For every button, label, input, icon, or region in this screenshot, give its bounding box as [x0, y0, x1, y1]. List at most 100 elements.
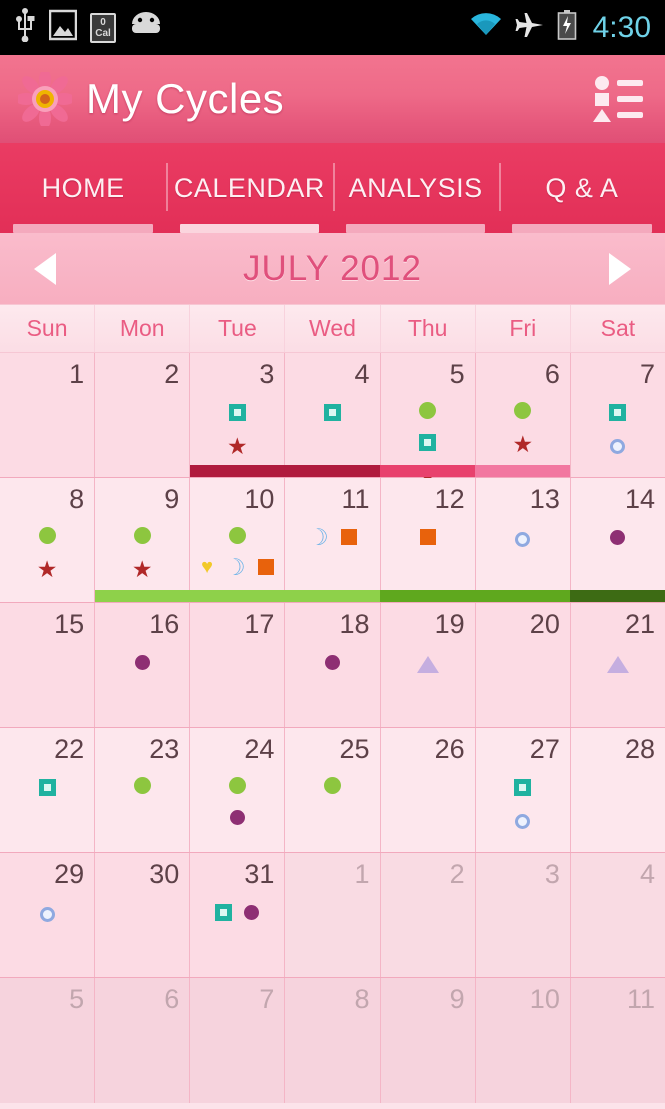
- marker-red-star-icon: ★: [36, 556, 58, 582]
- calendar-day-cell[interactable]: 14: [569, 478, 665, 602]
- flower-icon: [15, 69, 75, 129]
- calendar-day-number: 7: [259, 984, 275, 1014]
- calendar-day-cell[interactable]: 9: [379, 978, 475, 1103]
- calendar-day-cell[interactable]: 28: [569, 728, 665, 852]
- tab-qa-underline: [512, 224, 652, 233]
- calendar-day-cell[interactable]: 6: [94, 978, 190, 1103]
- calendar-day-cell[interactable]: 3: [474, 853, 570, 977]
- marker-row: ♥ ☽: [190, 552, 284, 582]
- marker-green-dot-icon: [38, 526, 56, 544]
- calendar-day-cell[interactable]: 8 ★: [0, 478, 95, 602]
- marker-row: [285, 770, 379, 800]
- calendar-day-markers: [571, 395, 665, 461]
- calendar-day-cell[interactable]: 16: [94, 603, 190, 727]
- calendar-day-cell[interactable]: 26: [379, 728, 475, 852]
- calendar-day-cell[interactable]: 5 ★: [379, 353, 475, 488]
- chevron-left-icon[interactable]: [28, 249, 62, 289]
- calendar-day-number: 22: [54, 734, 85, 764]
- weekday-fri: Fri: [474, 305, 570, 352]
- tab-calendar[interactable]: CALENDAR: [166, 143, 332, 233]
- calendar-day-cell[interactable]: 11: [569, 978, 665, 1103]
- tab-qa-label: Q & A: [545, 172, 619, 203]
- calendar-day-cell[interactable]: 30: [94, 853, 190, 977]
- calendar-day-cell[interactable]: 19: [379, 603, 475, 727]
- marker-teal-square-icon: [323, 403, 341, 421]
- calendar-day-cell[interactable]: 7: [189, 978, 285, 1103]
- marker-row: [476, 524, 570, 554]
- calendar-day-cell[interactable]: 9 ★: [94, 478, 190, 602]
- calendar-day-number: 20: [529, 609, 560, 639]
- calendar-day-cell[interactable]: 10 ♥ ☽: [189, 478, 285, 602]
- calendar-day-cell[interactable]: 6 ★: [474, 353, 570, 477]
- calendar-day-cell[interactable]: 10: [474, 978, 570, 1103]
- calendar-day-number: 10: [244, 484, 275, 514]
- marker-row: [95, 647, 189, 677]
- calendar-day-markers: [476, 770, 570, 836]
- calendar-day-cell[interactable]: 12: [379, 478, 475, 602]
- tab-bar: HOME CALENDAR ANALYSIS Q & A: [0, 143, 665, 233]
- tab-qa[interactable]: Q & A: [498, 143, 665, 233]
- calendar-day-cell[interactable]: 2: [94, 353, 190, 477]
- marker-row: [571, 397, 665, 427]
- calendar-day-cell[interactable]: 17: [189, 603, 285, 727]
- calendar-day-number: 6: [164, 984, 180, 1014]
- calendar-day-cell[interactable]: 21: [569, 603, 665, 727]
- calendar-day-cell[interactable]: 15: [0, 603, 95, 727]
- battery-charging-icon: [557, 10, 577, 45]
- calendar-day-cell[interactable]: 7: [569, 353, 665, 477]
- status-bar-clock: 4:30: [592, 10, 651, 44]
- marker-blue-circle-icon: [39, 906, 55, 922]
- tab-analysis[interactable]: ANALYSIS: [332, 143, 499, 233]
- calendar-day-cell[interactable]: 23: [94, 728, 190, 852]
- calendar-day-number: 29: [54, 859, 85, 889]
- calendar-day-cell[interactable]: 31: [189, 853, 285, 977]
- wifi-icon: [469, 12, 503, 43]
- calendar-day-cell[interactable]: 29: [0, 853, 95, 977]
- calendar-day-number: 9: [449, 984, 465, 1014]
- marker-row: [190, 520, 284, 550]
- calendar-day-cell[interactable]: 13: [474, 478, 570, 602]
- calendar-day-markers: ☽: [285, 520, 379, 552]
- legend-list-icon[interactable]: [591, 75, 647, 123]
- calendar-day-cell[interactable]: 4: [569, 853, 665, 977]
- calendar-day-number: 16: [149, 609, 180, 639]
- calendar-day-cell[interactable]: 20: [474, 603, 570, 727]
- weekday-sat: Sat: [569, 305, 665, 352]
- calendar-day-number: 7: [639, 359, 655, 389]
- weekday-sun: Sun: [26, 315, 68, 341]
- calendar-day-cell[interactable]: 4: [284, 353, 380, 477]
- marker-green-dot-icon: [228, 776, 246, 794]
- calendar-day-cell[interactable]: 18: [284, 603, 380, 727]
- marker-orange-square-icon: [419, 529, 436, 545]
- marker-row: ★: [476, 429, 570, 459]
- calendar-day-cell[interactable]: 25: [284, 728, 380, 852]
- calendar-day-cell[interactable]: 24: [189, 728, 285, 852]
- marker-row: [190, 397, 284, 427]
- marker-row: [190, 802, 284, 832]
- chevron-right-icon[interactable]: [603, 249, 637, 289]
- marker-row: [0, 520, 94, 550]
- calendar-day-number: 4: [639, 859, 655, 889]
- calendar-day-cell[interactable]: 22: [0, 728, 95, 852]
- month-label: JULY 2012: [243, 248, 422, 288]
- calendar-day-markers: [476, 520, 570, 554]
- calendar-day-cell[interactable]: 27: [474, 728, 570, 852]
- calendar-day-cell[interactable]: 1: [0, 353, 95, 477]
- calendar-day-cell[interactable]: 2: [379, 853, 475, 977]
- marker-row: [571, 522, 665, 552]
- calendar-day-markers: [190, 895, 284, 927]
- calendar-day-number: 30: [149, 859, 180, 889]
- calendar-day-cell[interactable]: 5: [0, 978, 95, 1103]
- status-bar-left-icons: 0 Cal: [14, 8, 163, 47]
- calendar-day-cell[interactable]: 8: [284, 978, 380, 1103]
- tab-home[interactable]: HOME: [0, 143, 166, 233]
- calendar-day-cell[interactable]: 3 ★: [189, 353, 285, 477]
- calendar-day-number: 18: [339, 609, 370, 639]
- calendar-day-cell[interactable]: 11 ☽: [284, 478, 380, 602]
- calendar-day-number: 12: [434, 484, 465, 514]
- calendar-day-cell[interactable]: 1: [284, 853, 380, 977]
- marker-red-star-icon: ★: [131, 556, 153, 582]
- calendar-day-number: 1: [69, 359, 85, 389]
- calendar-day-markers: ★: [95, 520, 189, 584]
- marker-yellow-heart-icon: ♥: [201, 556, 213, 578]
